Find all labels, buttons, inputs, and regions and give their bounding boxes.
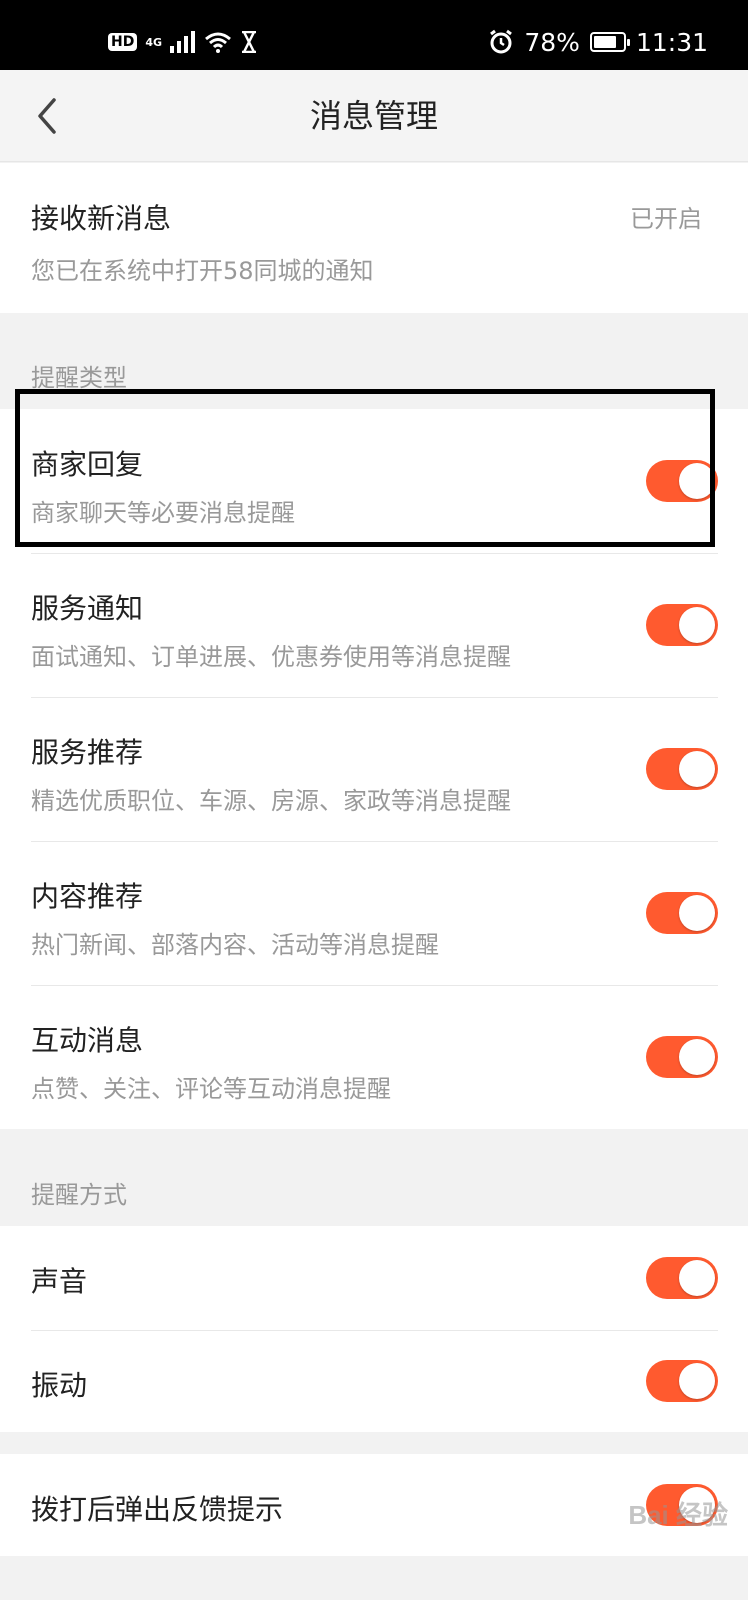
toggle-knob — [679, 1363, 715, 1399]
status-left: HD 4G — [108, 26, 258, 58]
content-recommend-toggle[interactable] — [646, 892, 718, 934]
toggle-knob — [679, 463, 715, 499]
alarm-icon — [490, 29, 513, 54]
service-recommend-toggle[interactable] — [646, 748, 718, 790]
list-item-title: 内容推荐 — [31, 880, 144, 913]
list-item-sound: 声音 — [0, 1226, 748, 1330]
clock-time: 11:31 — [635, 27, 708, 57]
toggle-knob — [679, 607, 715, 643]
list-item-subtitle: 面试通知、订单进展、优惠券使用等消息提醒 — [31, 643, 511, 671]
list-item-interaction-messages: 互动消息 点赞、关注、评论等互动消息提醒 — [0, 985, 748, 1129]
baidu-jingyan-watermark: Bai 经验 — [628, 1500, 728, 1530]
hourglass-icon — [242, 31, 257, 53]
section-label-reminder-types: 提醒类型 — [31, 364, 127, 392]
receive-messages-subtitle: 您已在系统中打开58同城的通知 — [31, 257, 374, 285]
status-bar: HD 4G 78% 11:31 — [0, 0, 748, 70]
toggle-knob — [679, 1039, 715, 1075]
section-label-reminder-methods: 提醒方式 — [31, 1181, 127, 1209]
list-item-title: 拨打后弹出反馈提示 — [31, 1493, 284, 1526]
vibration-toggle[interactable] — [646, 1360, 718, 1402]
list-item-subtitle: 精选优质职位、车源、房源、家政等消息提醒 — [31, 787, 511, 815]
list-item-content-recommend: 内容推荐 热门新闻、部落内容、活动等消息提醒 — [0, 841, 748, 985]
list-item-merchant-reply: 商家回复 商家聊天等必要消息提醒 — [0, 409, 748, 553]
receive-messages-status: 已开启 — [630, 205, 702, 233]
list-item-title: 服务通知 — [31, 592, 144, 625]
toggle-knob — [679, 751, 715, 787]
signal-icon — [170, 31, 196, 53]
status-right: 78% 11:31 — [488, 24, 708, 60]
list-item-title: 商家回复 — [31, 448, 144, 481]
toggle-knob — [679, 895, 715, 931]
receive-messages-row[interactable]: 接收新消息 您已在系统中打开58同城的通知 已开启 — [0, 163, 748, 313]
list-item-title: 声音 — [31, 1265, 88, 1298]
wifi-icon — [205, 32, 231, 53]
list-item-title: 互动消息 — [31, 1024, 144, 1057]
list-item-subtitle: 热门新闻、部落内容、活动等消息提醒 — [31, 931, 439, 959]
divider — [31, 1330, 718, 1331]
list-item-vibration: 振动 — [0, 1330, 748, 1432]
divider — [31, 553, 718, 554]
nav-header: 消息管理 — [0, 70, 748, 162]
sound-toggle[interactable] — [646, 1257, 718, 1299]
merchant-reply-toggle[interactable] — [646, 460, 718, 502]
list-item-service-recommend: 服务推荐 精选优质职位、车源、房源、家政等消息提醒 — [0, 697, 748, 841]
receive-messages-title: 接收新消息 — [31, 202, 172, 235]
list-item-subtitle: 点赞、关注、评论等互动消息提醒 — [31, 1075, 391, 1103]
list-item-title: 服务推荐 — [31, 736, 144, 769]
service-notice-toggle[interactable] — [646, 604, 718, 646]
list-item-subtitle: 商家聊天等必要消息提醒 — [31, 499, 295, 527]
list-item-title: 振动 — [31, 1369, 88, 1402]
divider — [31, 841, 718, 842]
battery-percent: 78% — [524, 27, 580, 57]
interaction-messages-toggle[interactable] — [646, 1036, 718, 1078]
toggle-knob — [679, 1260, 715, 1296]
page-title: 消息管理 — [309, 97, 438, 135]
divider — [31, 985, 718, 986]
network-type-label: 4G — [145, 35, 163, 49]
battery-fill — [593, 36, 616, 48]
battery-icon — [589, 32, 630, 52]
hd-icon: HD — [108, 33, 138, 51]
list-item-service-notice: 服务通知 面试通知、订单进展、优惠券使用等消息提醒 — [0, 553, 748, 697]
divider — [31, 697, 718, 698]
page: HD 4G 78% 11:31 消息管理 接收新消息 您已在系统中打开58同城的… — [0, 0, 748, 1600]
